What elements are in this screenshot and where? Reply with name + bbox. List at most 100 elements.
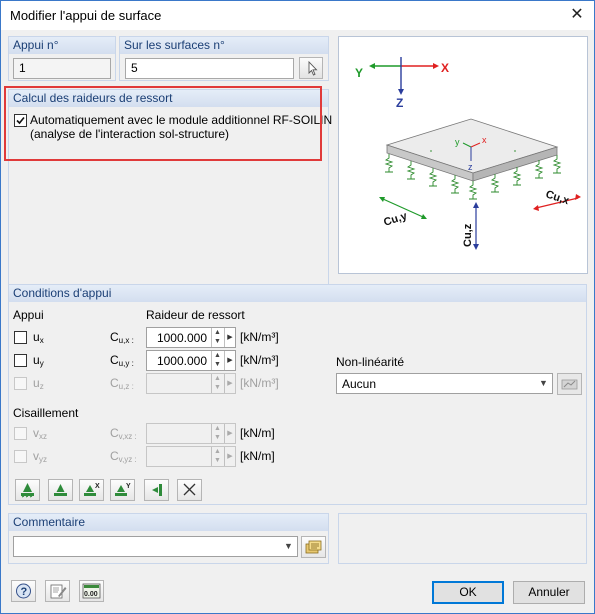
surfaces-label: Sur les surfaces n° (120, 37, 328, 54)
window-title: Modifier l'appui de surface (10, 8, 162, 23)
cux-coef-label: Cu,x : (110, 330, 134, 345)
nonlinearity-value: Aucun (342, 377, 377, 391)
cuy-coef-label: Cu,y : (110, 353, 134, 368)
help-icon: ? (16, 583, 31, 599)
support-number-field[interactable]: 1 (13, 58, 111, 79)
support-x-button[interactable]: X (79, 479, 104, 501)
cuy-unit: [kN/m³] (240, 353, 279, 367)
support-hinged-button[interactable] (48, 479, 73, 501)
units-icon: 0.00 (82, 583, 101, 599)
units-icon-text: 0.00 (84, 591, 98, 598)
support-y-icon: Y (115, 483, 131, 496)
uy-label: uy (33, 353, 44, 368)
cvxz-spinbox[interactable]: ▲ ▼ ▶ (146, 423, 236, 444)
edit-button[interactable] (45, 580, 70, 602)
green-flag-icon (152, 484, 162, 496)
cuy-label: Cu,y (382, 210, 409, 229)
cancel-button[interactable]: Annuler (513, 581, 585, 604)
cuy-spin-arrows[interactable]: ▲ ▼ (211, 351, 223, 370)
cursor-pick-icon (308, 60, 318, 76)
cvxz-spin-arrows[interactable]: ▲ ▼ (211, 424, 223, 443)
axis-x-label: X (441, 61, 449, 75)
cvxz-coef-label: Cv,xz : (110, 426, 137, 441)
local-x-label: x (482, 135, 487, 145)
cvyz-spin-arrows[interactable]: ▲ ▼ (211, 447, 223, 466)
empty-panel (338, 513, 587, 564)
support-hinged-icon (54, 484, 67, 496)
nonlinearity-label: Non-linéarité (336, 355, 405, 369)
vyz-checkbox[interactable] (14, 450, 27, 463)
cuz-spinbox[interactable]: ▲ ▼ ▶ (146, 373, 236, 394)
dialog-client: Appui n° 1 Sur les surfaces n° 5 Calcul … (1, 30, 594, 613)
units-button[interactable]: 0.00 (79, 580, 104, 602)
local-z-label: z (468, 162, 473, 172)
support-conditions-label: Conditions d'appui (9, 285, 586, 302)
uz-label: uz (33, 376, 44, 391)
ux-label: ux (33, 330, 44, 345)
uy-checkbox[interactable] (14, 354, 27, 367)
cux-value: 1000.000 (156, 331, 207, 345)
stiffness-column-label: Raideur de ressort (146, 308, 245, 322)
help-button[interactable]: ? (11, 580, 36, 602)
support-fixed-icon (21, 483, 34, 498)
cvxz-more-button[interactable]: ▶ (224, 424, 235, 443)
ok-button[interactable]: OK (432, 581, 504, 604)
support-y-button[interactable]: Y (110, 479, 135, 501)
nonlinearity-dropdown[interactable]: Aucun ▼ (336, 373, 553, 394)
comment-dropdown[interactable]: ▼ (13, 536, 298, 557)
vxz-checkbox[interactable] (14, 427, 27, 440)
svg-text:X: X (95, 483, 100, 490)
appui-column-label: Appui (13, 308, 44, 322)
highlight-frame (4, 86, 322, 161)
cvyz-spinbox[interactable]: ▲ ▼ ▶ (146, 446, 236, 467)
cuz-label: Cu,z (462, 223, 474, 247)
close-icon[interactable]: ✕ (560, 1, 594, 30)
chevron-down-icon[interactable]: ▼ (535, 374, 552, 393)
axis-z-label: Z (396, 96, 403, 110)
cux-unit: [kN/m³] (240, 330, 279, 344)
cvyz-unit: [kN/m] (240, 449, 275, 463)
pick-surface-button[interactable] (299, 57, 323, 79)
cuy-value: 1000.000 (156, 354, 207, 368)
svg-text:?: ? (21, 586, 28, 598)
nonlinear-edit-icon (561, 379, 578, 390)
nonlinearity-edit-button[interactable] (557, 373, 582, 395)
comment-library-button[interactable] (301, 536, 326, 558)
vyz-label: vyz (33, 449, 47, 464)
ux-checkbox[interactable] (14, 331, 27, 344)
preview-drawing: Y X Z y x z Cu,y Cu,x Cu,z (355, 57, 581, 250)
cux-spinbox[interactable]: 1000.000 ▲ ▼ ▶ (146, 327, 236, 348)
chevron-down-icon[interactable]: ▼ (280, 537, 297, 556)
support-conditions-group: Conditions d'appui Appui Raideur de ress… (8, 284, 587, 505)
cuz-spin-arrows[interactable]: ▲ ▼ (211, 374, 223, 393)
local-y-label: y (455, 137, 460, 147)
comment-library-icon (305, 540, 322, 554)
support-number-label: Appui n° (9, 37, 115, 54)
cuy-spinbox[interactable]: 1000.000 ▲ ▼ ▶ (146, 350, 236, 371)
surfaces-field[interactable]: 5 (125, 58, 294, 79)
dialog-window: Modifier l'appui de surface ✕ Appui n° 1… (0, 0, 595, 614)
clear-button[interactable] (177, 479, 202, 501)
svg-text:Y: Y (126, 483, 131, 490)
vxz-label: vxz (33, 426, 47, 441)
clear-icon (183, 483, 196, 496)
cvyz-coef-label: Cv,yz : (110, 449, 137, 464)
title-bar: Modifier l'appui de surface ✕ (1, 1, 594, 30)
surfaces-group: Sur les surfaces n° 5 (119, 36, 329, 81)
support-number-group: Appui n° 1 (8, 36, 116, 81)
support-preview-image: Y X Z y x z Cu,y Cu,x Cu,z (338, 36, 588, 274)
cvyz-more-button[interactable]: ▶ (224, 447, 235, 466)
flag-button[interactable] (144, 479, 169, 501)
cuz-coef-label: Cu,z : (110, 376, 134, 391)
cux-spin-arrows[interactable]: ▲ ▼ (211, 328, 223, 347)
axis-y-label: Y (355, 66, 363, 80)
cux-more-button[interactable]: ▶ (224, 328, 235, 347)
support-x-icon: X (84, 483, 100, 496)
cuz-more-button[interactable]: ▶ (224, 374, 235, 393)
uz-checkbox[interactable] (14, 377, 27, 390)
cuz-unit: [kN/m³] (240, 376, 279, 390)
support-fixed-button[interactable] (15, 479, 40, 501)
shear-label: Cisaillement (13, 406, 79, 420)
cuy-more-button[interactable]: ▶ (224, 351, 235, 370)
comment-label: Commentaire (9, 514, 328, 531)
